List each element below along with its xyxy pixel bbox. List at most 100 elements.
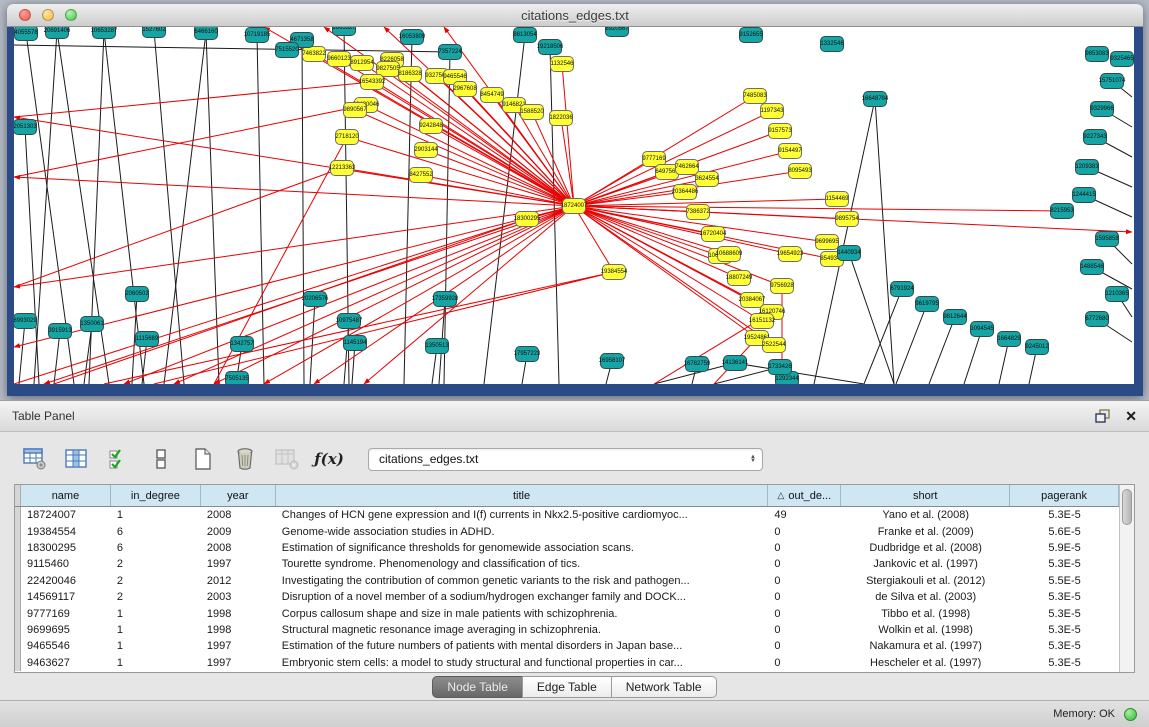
delete-column-icon[interactable] <box>232 446 258 472</box>
graph-node[interactable]: 10719185 <box>245 27 269 43</box>
table-row[interactable]: 1456911722003Disruption of a novel membe… <box>15 589 1119 605</box>
graph-node[interactable]: 8186328 <box>398 66 422 82</box>
zoom-window-icon[interactable] <box>65 9 77 21</box>
graph-node[interactable]: 16720404 <box>701 226 725 242</box>
graph-node[interactable]: 1342757 <box>230 336 254 352</box>
close-panel-icon[interactable]: ✕ <box>1125 408 1137 425</box>
graph-edge[interactable] <box>864 289 902 384</box>
graph-node[interactable]: 8993029 <box>14 313 37 329</box>
graph-node[interactable]: 1132546 <box>550 56 574 72</box>
graph-node[interactable]: 10688609 <box>717 246 741 262</box>
graph-node[interactable]: 1154469 <box>825 191 849 207</box>
table-row[interactable]: 969969511998Structural magnetic resonanc… <box>15 622 1119 638</box>
graph-node[interactable]: 15751074 <box>1100 73 1124 89</box>
graph-edge[interactable] <box>929 317 955 384</box>
table-row[interactable]: 911546021997Tourette syndrome. Phenomeno… <box>15 556 1119 572</box>
graph-node[interactable]: 1115689 <box>135 331 159 347</box>
graph-node[interactable]: 8813054 <box>513 27 537 43</box>
graph-node[interactable]: 6772680 <box>1085 311 1109 327</box>
graph-node[interactable]: 7515520 <box>275 42 299 58</box>
graph-node[interactable]: 6791924 <box>890 281 914 297</box>
graph-node[interactable]: 12213363 <box>330 160 354 176</box>
graph-node[interactable]: 1209383 <box>1075 159 1099 175</box>
table-row[interactable]: 946362711997Embryonic stem cells: a mode… <box>15 655 1119 671</box>
graph-node[interactable]: 9756928 <box>770 278 794 294</box>
graph-node[interactable]: 10653287 <box>92 27 116 39</box>
show-column-icon[interactable] <box>64 446 90 472</box>
tab-network-table[interactable]: Network Table <box>611 676 717 698</box>
graph-node[interactable]: 9619795 <box>915 296 939 312</box>
graph-node[interactable]: 9890567 <box>343 102 367 118</box>
graph-node[interactable]: 1588520 <box>520 104 544 120</box>
graph-node[interactable]: 6466160 <box>194 27 218 40</box>
graph-node[interactable]: 1094545 <box>970 321 994 337</box>
graph-node[interactable]: 7463822 <box>302 46 326 62</box>
graph-node[interactable]: 9329966 <box>1090 101 1114 117</box>
column-header-pagerank[interactable]: pagerank <box>1010 485 1119 506</box>
graph-edge[interactable] <box>372 82 574 206</box>
graph-edge[interactable] <box>574 206 614 272</box>
graph-node[interactable]: 20206576 <box>303 291 327 307</box>
table-mode-icon[interactable] <box>22 446 48 472</box>
graph-edge[interactable] <box>14 206 574 287</box>
graph-node[interactable]: 1197343 <box>760 103 784 119</box>
column-header-name[interactable]: name <box>21 485 111 506</box>
graph-node[interactable]: 19218506 <box>538 39 562 55</box>
graph-edge[interactable] <box>257 35 264 384</box>
graph-node[interactable]: 18300295 <box>515 211 539 227</box>
graph-edge[interactable] <box>174 206 574 384</box>
graph-node[interactable]: 8215953 <box>1050 203 1074 219</box>
row-height-icon[interactable] <box>148 446 174 472</box>
graph-node[interactable]: 2903144 <box>414 142 438 158</box>
graph-node[interactable]: 7505135 <box>225 371 249 384</box>
network-view-canvas[interactable]: 1872400718300295193845547463822966012389… <box>14 27 1134 384</box>
graph-node[interactable]: 8427552 <box>409 167 433 183</box>
graph-node[interactable]: 9853083 <box>1085 46 1109 62</box>
graph-node[interactable]: 7485083 <box>743 88 767 104</box>
tab-node-table[interactable]: Node Table <box>432 676 523 698</box>
table-row[interactable]: 1872400712008Changes of HCN gene express… <box>15 507 1119 523</box>
graph-edge[interactable] <box>964 329 982 384</box>
graph-node[interactable]: 9245012 <box>1025 339 1049 355</box>
graph-edge[interactable] <box>302 40 304 384</box>
graph-node[interactable]: 2522544 <box>762 337 786 353</box>
graph-node[interactable]: 1332546 <box>820 36 844 52</box>
graph-node[interactable]: 20364486 <box>673 184 697 200</box>
graph-node[interactable]: 4055578 <box>14 27 38 41</box>
graph-edge[interactable] <box>14 45 450 52</box>
graph-node[interactable]: 18807249 <box>727 270 751 286</box>
graph-node[interactable]: 1527602 <box>142 27 166 38</box>
graph-node[interactable]: 16053809 <box>400 29 424 45</box>
graph-node[interactable]: 14136141 <box>723 355 747 371</box>
graph-edge[interactable] <box>84 324 92 384</box>
graph-node[interactable]: 8912954 <box>350 55 374 71</box>
graph-node[interactable]: 9660123 <box>327 51 351 67</box>
function-builder-icon[interactable]: ƒ(x) <box>316 446 342 472</box>
graph-node[interactable]: 16648784 <box>863 91 887 107</box>
graph-node[interactable]: 1822036 <box>549 110 573 126</box>
float-window-icon[interactable] <box>1095 409 1111 423</box>
graph-edge[interactable] <box>574 206 1062 211</box>
graph-node[interactable]: 19654923 <box>778 246 802 262</box>
graph-edge[interactable] <box>25 127 39 384</box>
graph-node[interactable]: 1595858 <box>1095 231 1119 247</box>
graph-edge[interactable] <box>14 82 372 117</box>
scrollbar-thumb[interactable] <box>1122 489 1132 525</box>
create-column-icon[interactable] <box>190 446 216 472</box>
graph-edge[interactable] <box>206 32 219 384</box>
table-row[interactable]: 977716911998Corpus callosum shape and si… <box>15 605 1119 621</box>
graph-edge[interactable] <box>574 206 739 278</box>
graph-node[interactable]: 18724007 <box>562 198 586 214</box>
graph-node[interactable]: 16958107 <box>600 353 624 369</box>
graph-node[interactable]: 17359928 <box>433 291 457 307</box>
window-titlebar[interactable]: citations_edges.txt <box>7 4 1143 27</box>
graph-node[interactable]: 1664829 <box>997 331 1021 347</box>
table-select-dropdown[interactable]: citations_edges.txt ▲▼ <box>368 448 763 471</box>
graph-node[interactable]: 1210365 <box>1105 286 1129 302</box>
graph-node[interactable]: 9157573 <box>768 123 792 139</box>
graph-node[interactable]: 9227343 <box>1083 129 1107 145</box>
table-row[interactable]: 1938455462009Genome-wide association stu… <box>15 523 1119 539</box>
graph-node[interactable]: 9895754 <box>835 211 859 227</box>
column-header-year[interactable]: year <box>201 485 276 506</box>
graph-edge[interactable] <box>574 206 790 254</box>
